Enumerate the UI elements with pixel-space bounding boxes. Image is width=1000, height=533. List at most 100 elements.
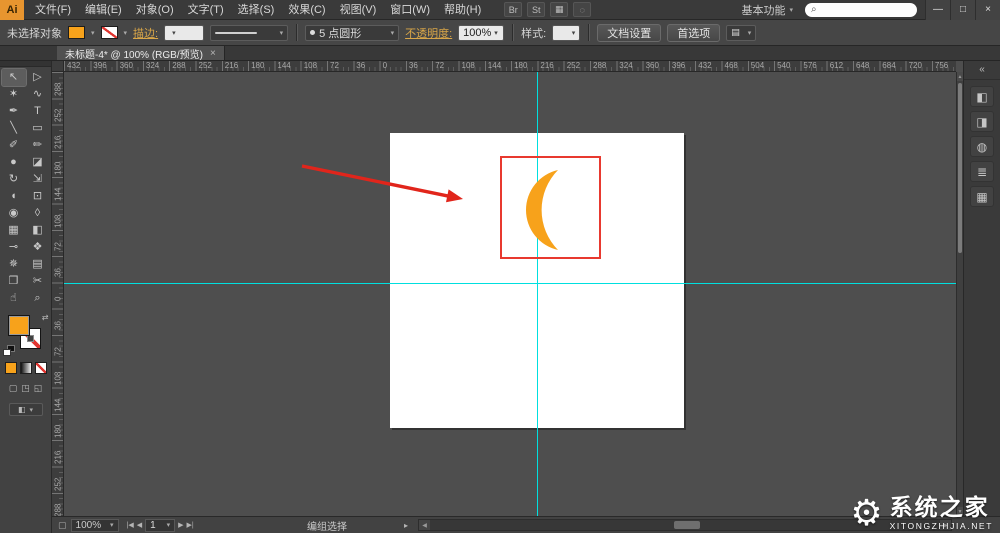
lasso-tool[interactable]: ∿ <box>26 86 50 103</box>
close-tab-icon[interactable]: × <box>210 48 216 59</box>
workspace-switcher[interactable]: 基本功能 ▾ <box>737 2 797 18</box>
horizontal-scroll-thumb[interactable] <box>674 521 701 529</box>
pen-tool[interactable]: ✒ <box>2 103 26 120</box>
opacity-panel-link[interactable]: 不透明度: <box>405 25 452 41</box>
gradient-button[interactable] <box>19 362 32 374</box>
preferences-button[interactable]: 首选项 <box>667 23 721 42</box>
expand-panels-button[interactable]: « <box>964 61 1000 80</box>
menu-item[interactable]: 视图(V) <box>333 0 384 20</box>
hand-tool[interactable]: ☝ <box>2 290 26 307</box>
ruler-origin-corner[interactable] <box>52 61 64 72</box>
stroke-caret-icon[interactable]: ▾ <box>124 29 128 37</box>
mesh-tool[interactable]: ▦ <box>2 222 26 239</box>
vertical-scrollbar[interactable]: ▲ ▼ <box>956 72 963 516</box>
color-button[interactable] <box>4 362 17 374</box>
menu-item[interactable]: 帮助(H) <box>437 0 488 20</box>
drawing-mode-icon[interactable]: ▢ <box>9 383 18 394</box>
last-artboard-button[interactable]: ▶| <box>187 521 194 529</box>
horizontal-ruler[interactable]: 432 396 360 324 288 252 216 180 144 108 72 36 0 36 72 1… <box>64 61 956 72</box>
blob-brush-tool[interactable]: ● <box>2 154 26 171</box>
menu-item[interactable]: 选择(S) <box>231 0 282 20</box>
stroke-color-swatch[interactable] <box>100 26 118 39</box>
opacity-field[interactable]: 100% ▾ <box>458 24 505 41</box>
scroll-left-icon[interactable]: ◀ <box>419 520 430 530</box>
previous-artboard-button[interactable]: ◀ <box>137 521 142 529</box>
crescent-path[interactable] <box>526 170 558 250</box>
status-caret-icon[interactable]: ▸ <box>404 521 408 530</box>
fill-swatch[interactable] <box>7 315 30 336</box>
menu-item[interactable]: 文件(F) <box>28 0 78 20</box>
crescent-shape[interactable] <box>522 166 574 254</box>
menu-item[interactable]: 效果(C) <box>281 0 332 20</box>
selection-tool[interactable]: ↖ <box>0 68 27 87</box>
type-tool[interactable]: T <box>26 103 50 120</box>
eraser-tool[interactable]: ◪ <box>26 154 50 171</box>
eyedropper-tool[interactable]: ⊸ <box>2 239 26 256</box>
menu-item[interactable]: 对象(O) <box>129 0 181 20</box>
menu-item[interactable]: 编辑(E) <box>78 0 129 20</box>
zoom-dropdown[interactable]: 100% ▾ <box>70 518 119 532</box>
artboard-number-field[interactable]: 1 ▾ <box>145 518 176 532</box>
rotate-tool[interactable]: ↻ <box>2 171 26 188</box>
restore-button[interactable]: □ <box>950 0 975 20</box>
drawing-mode-icon[interactable]: ◳ <box>21 383 30 394</box>
default-fill-stroke-icon[interactable] <box>2 345 15 356</box>
search-input[interactable] <box>820 4 911 15</box>
rectangle-tool[interactable]: ▭ <box>26 120 50 137</box>
swatches-panel-icon[interactable]: ▦ <box>970 186 994 207</box>
first-artboard-button[interactable]: |◀ <box>127 521 134 529</box>
minimize-button[interactable]: — <box>925 0 950 20</box>
paintbrush-tool[interactable]: ✐ <box>2 137 26 154</box>
column-graph-tool[interactable]: ▤ <box>26 256 50 273</box>
blend-tool[interactable]: ❖ <box>26 239 50 256</box>
width-tool[interactable]: ◖ <box>2 188 26 205</box>
horizontal-guide[interactable] <box>64 283 956 284</box>
pencil-tool[interactable]: ✏ <box>26 137 50 154</box>
symbol-sprayer-tool[interactable]: ✵ <box>2 256 26 273</box>
arrange-documents-icon[interactable]: ▦ <box>550 2 569 17</box>
direct-selection-tool[interactable]: ▷ <box>26 69 50 86</box>
fill-caret-icon[interactable]: ▾ <box>91 29 95 37</box>
ruler-label: 72 <box>53 347 63 357</box>
drawing-mode-icon[interactable]: ◱ <box>34 383 43 394</box>
stroke-panel-link[interactable]: 描边: <box>133 25 158 41</box>
bridge-icon[interactable]: Br <box>504 2 523 17</box>
layers-panel-icon[interactable]: ≣ <box>970 161 994 182</box>
search-box[interactable]: ⌕ <box>805 2 917 17</box>
swap-fill-stroke-icon[interactable]: ⇄ <box>42 313 49 322</box>
line-segment-tool[interactable]: ╲ <box>2 120 26 137</box>
vertical-scroll-thumb[interactable] <box>958 83 962 253</box>
document-setup-button[interactable]: 文档设置 <box>597 23 662 42</box>
screen-mode-button[interactable]: ◧ ▾ <box>8 403 43 416</box>
vertical-guide[interactable] <box>537 72 538 516</box>
close-button[interactable]: × <box>975 0 1000 20</box>
stroke-profile-dropdown[interactable]: ▾ <box>210 24 289 41</box>
menu-item[interactable]: 文字(T) <box>181 0 231 20</box>
zoom-tool[interactable]: ⌕ <box>26 290 50 307</box>
app-logo-icon[interactable]: Ai <box>0 0 24 20</box>
none-button[interactable] <box>34 362 47 374</box>
scale-tool[interactable]: ⇲ <box>26 171 50 188</box>
artboard-tool[interactable]: ❐ <box>2 273 26 290</box>
vertical-ruler[interactable]: 288 252 216 180 144 108 72 36 0 36 72 108 144 180 216 2… <box>52 72 64 516</box>
stroke-weight-field[interactable]: ▾ <box>164 24 205 41</box>
stock-icon[interactable]: St <box>527 2 546 17</box>
gradient-tool[interactable]: ◧ <box>26 222 50 239</box>
color-guide-panel-icon[interactable]: ◨ <box>970 111 994 132</box>
next-artboard-button[interactable]: ▶ <box>178 521 183 529</box>
canvas-area[interactable] <box>64 72 956 516</box>
shape-builder-tool[interactable]: ◉ <box>2 205 26 222</box>
perspective-grid-tool[interactable]: ◊ <box>26 205 50 222</box>
menu-item[interactable]: 窗口(W) <box>383 0 437 20</box>
free-transform-tool[interactable]: ⊡ <box>26 188 50 205</box>
align-options-dropdown[interactable]: ▤ ▾ <box>726 24 757 41</box>
brush-definition-dropdown[interactable]: 5 点圆形 ▾ <box>305 24 400 41</box>
slice-tool[interactable]: ✂ <box>26 273 50 290</box>
color-panel-icon[interactable]: ◧ <box>970 86 994 107</box>
appearance-panel-icon[interactable]: ◍ <box>970 136 994 157</box>
document-tab[interactable]: 未标题-4* @ 100% (RGB/预览) × <box>57 46 225 61</box>
style-dropdown[interactable]: ▾ <box>552 24 581 41</box>
cs-live-icon[interactable]: ◌ <box>573 2 592 17</box>
magic-wand-tool[interactable]: ✶ <box>2 86 26 103</box>
fill-color-swatch[interactable] <box>68 26 85 39</box>
